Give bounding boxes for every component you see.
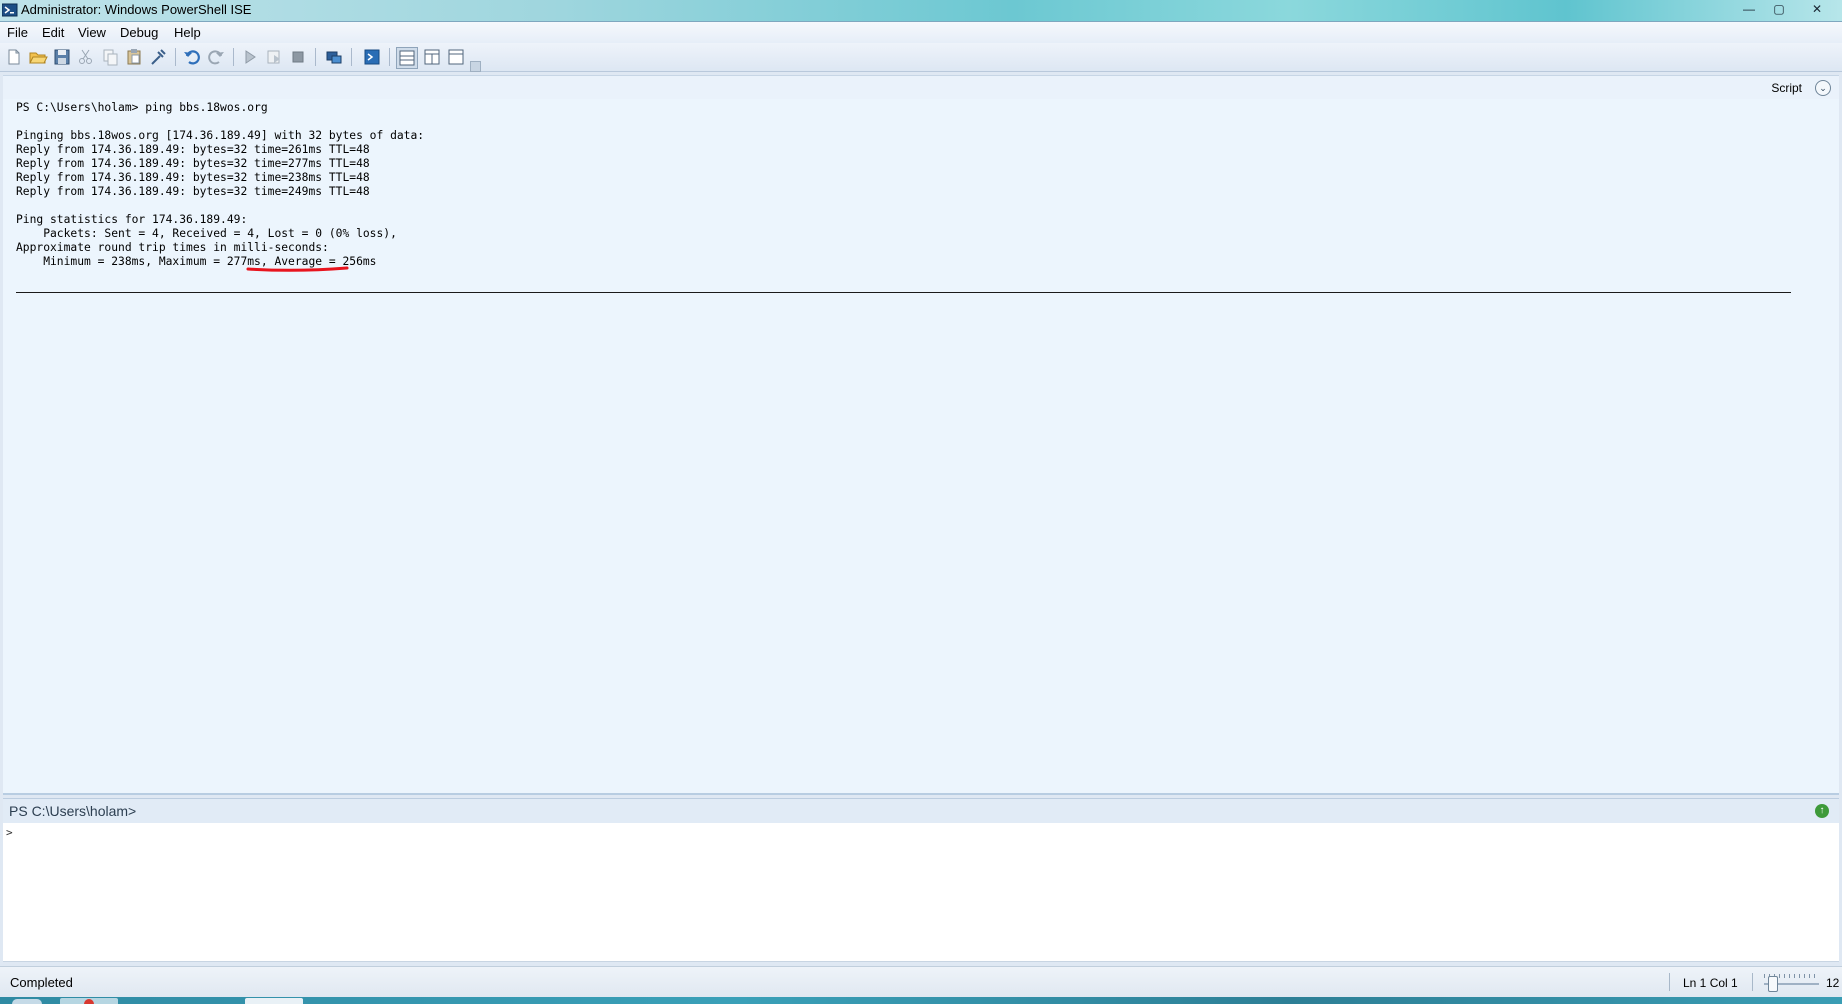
toolbar-separator [175,48,176,66]
output-pane-header: Script ⌄ [3,75,1839,100]
remote-tab-icon[interactable] [324,47,344,67]
toolbar [0,43,1842,72]
chevron-down-icon[interactable]: ⌄ [1815,80,1831,96]
average-underline-annotation [246,266,349,272]
output-text: PS C:\Users\holam> ping bbs.18wos.org Pi… [16,101,424,269]
command-input-pane[interactable]: > [3,823,1839,962]
status-text: Completed [10,975,73,990]
output-pane[interactable]: PS C:\Users\holam> ping bbs.18wos.org Pi… [3,99,1839,795]
taskbar-button[interactable] [245,998,303,1004]
taskbar-app-icon [84,999,94,1004]
output-line: PS C:\Users\holam> ping bbs.18wos.org [16,101,268,114]
prompt-path: PS C:\Users\holam> [9,803,137,819]
output-line: Minimum = 238ms, Maximum = 277ms, Averag… [16,255,377,268]
arrow-up-icon[interactable]: ↑ [1815,804,1829,818]
run-icon[interactable] [240,47,260,67]
toolbar-separator [315,48,316,66]
toolbar-separator [389,48,390,66]
command-caret: > [6,826,13,839]
layout-horizontal-icon[interactable] [396,47,418,69]
command-pane-header: PS C:\Users\holam> ↑ [3,798,1839,824]
clear-icon[interactable] [148,47,168,67]
output-separator-line [16,292,1791,293]
title-bar: Administrator: Windows PowerShell ISE — … [0,0,1842,22]
menu-help[interactable]: Help [174,25,201,40]
output-line: Approximate round trip times in milli-se… [16,241,329,254]
save-icon[interactable] [52,47,72,67]
redo-icon[interactable] [206,47,226,67]
output-line: Reply from 174.36.189.49: bytes=32 time=… [16,157,370,170]
output-line: Reply from 174.36.189.49: bytes=32 time=… [16,171,370,184]
script-label[interactable]: Script [1771,81,1802,95]
cut-icon[interactable] [76,47,96,67]
start-powershell-icon[interactable] [362,47,382,67]
new-file-icon[interactable] [4,47,24,67]
status-bar: Completed Ln 1 Col 1 12 [0,966,1842,997]
run-selection-icon[interactable] [264,47,284,67]
undo-icon[interactable] [182,47,202,67]
copy-icon[interactable] [100,47,120,67]
menu-view[interactable]: View [78,25,106,40]
close-button[interactable]: ✕ [1800,1,1834,17]
minimize-button[interactable]: — [1734,1,1764,17]
layout-vertical-icon[interactable] [422,47,442,67]
status-separator [1669,973,1670,991]
powershell-ise-icon [1,3,18,17]
toolbar-overflow-icon[interactable] [470,61,481,72]
layout-maximize-icon[interactable] [446,47,466,67]
output-line: Ping statistics for 174.36.189.49: [16,213,248,226]
menu-file[interactable]: File [7,25,28,40]
toolbar-separator [233,48,234,66]
menu-bar: File Edit View Debug Help [0,22,1842,43]
start-button[interactable] [12,999,42,1004]
menu-debug[interactable]: Debug [120,25,158,40]
zoom-slider-thumb[interactable] [1768,976,1778,992]
menu-edit[interactable]: Edit [42,25,64,40]
zoom-value: 12 [1826,976,1840,990]
window-title: Administrator: Windows PowerShell ISE [21,2,252,17]
output-line: Reply from 174.36.189.49: bytes=32 time=… [16,143,370,156]
toolbar-separator [351,48,352,66]
status-separator [1752,973,1753,991]
output-line: Packets: Sent = 4, Received = 4, Lost = … [16,227,397,240]
paste-icon[interactable] [124,47,144,67]
stop-icon[interactable] [288,47,308,67]
open-folder-icon[interactable] [28,47,48,67]
cursor-position: Ln 1 Col 1 [1683,976,1738,990]
output-line: Pinging bbs.18wos.org [174.36.189.49] wi… [16,129,425,142]
restore-button[interactable]: ▢ [1764,1,1794,17]
output-line: Reply from 174.36.189.49: bytes=32 time=… [16,185,370,198]
